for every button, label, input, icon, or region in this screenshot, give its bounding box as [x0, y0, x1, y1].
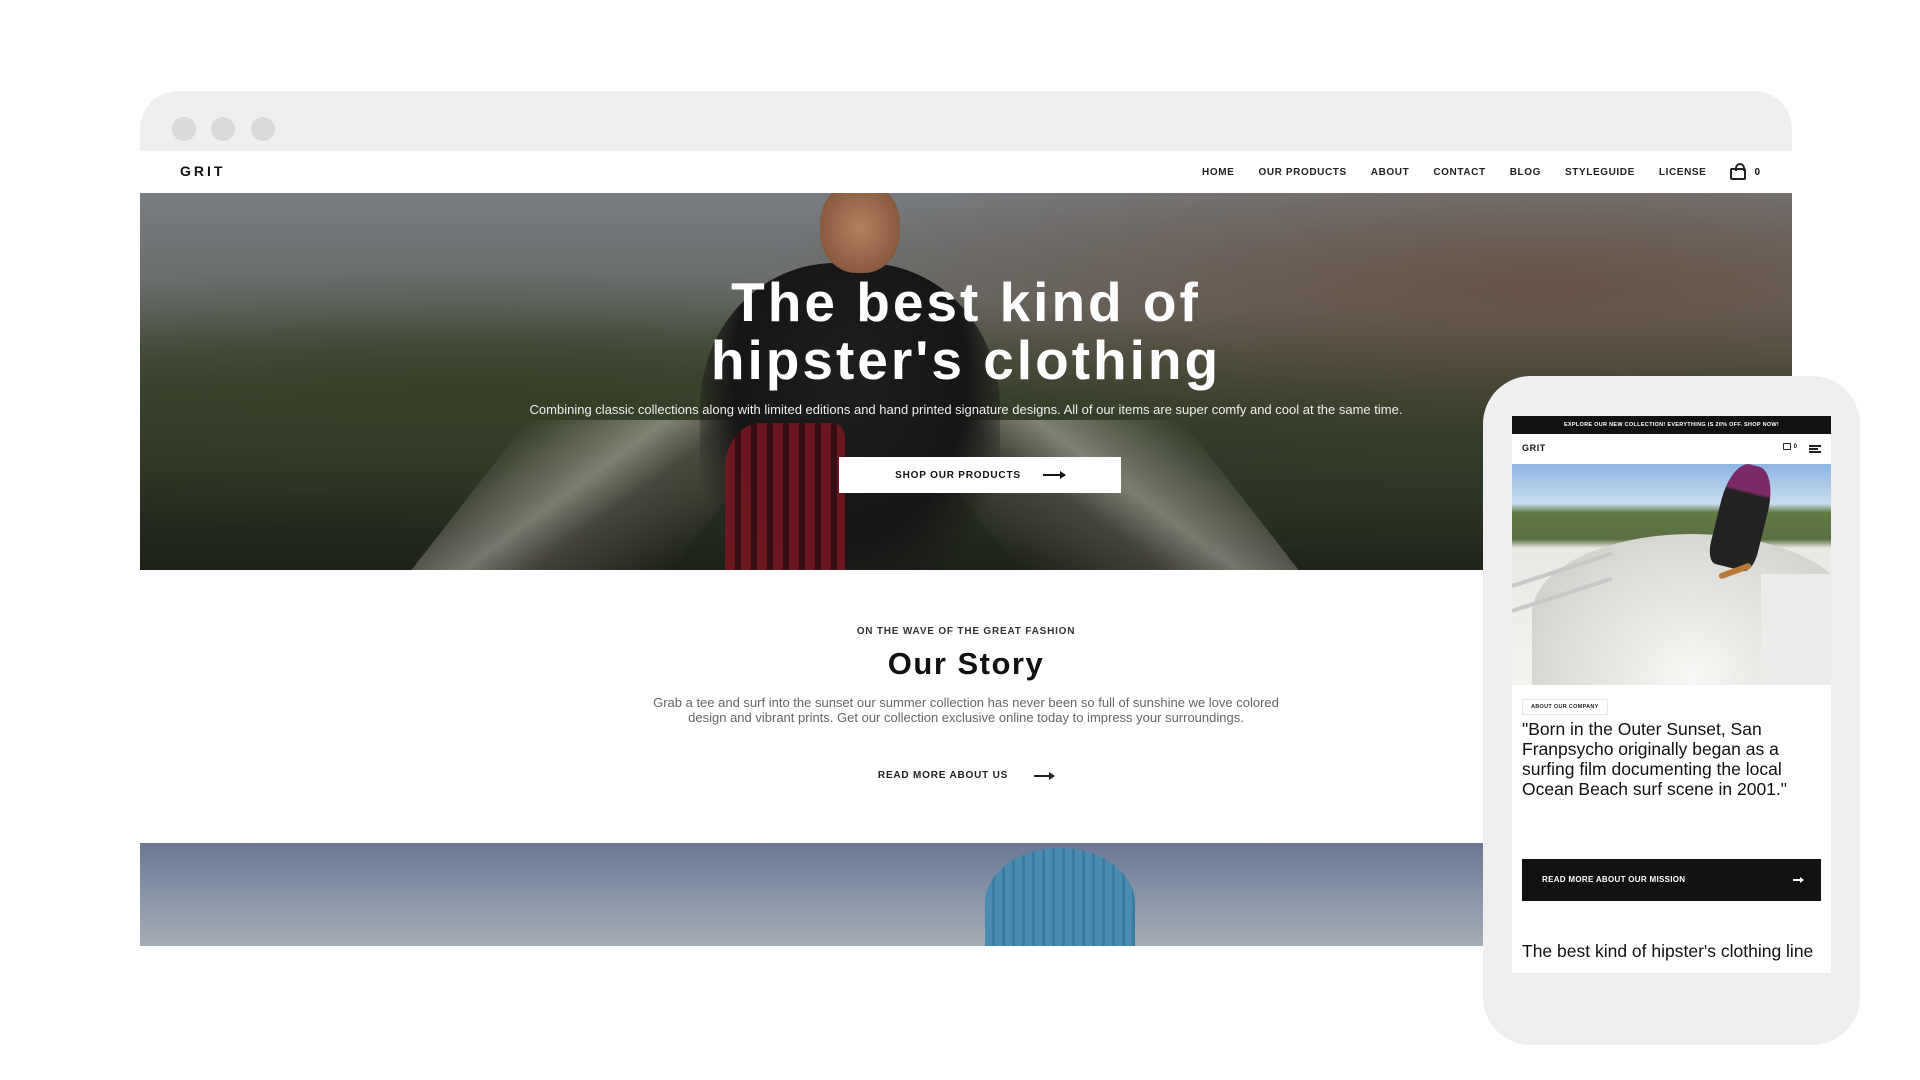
shop-products-button[interactable]: SHOP OUR PRODUCTS — [839, 457, 1121, 493]
nav-item-our-products[interactable]: OUR PRODUCTS — [1258, 167, 1346, 178]
shopping-bag-icon — [1730, 162, 1747, 180]
nav-item-contact[interactable]: CONTACT — [1433, 167, 1485, 178]
window-dot-maximize — [251, 117, 275, 141]
cart-count: 0 — [1754, 166, 1760, 178]
nav-item-license[interactable]: LICENSE — [1659, 167, 1707, 178]
arrow-right-icon — [1793, 877, 1804, 882]
announcement-bar[interactable]: EXPLORE OUR NEW COLLECTION! EVERYTHING I… — [1512, 416, 1831, 434]
arrow-right-icon — [1042, 471, 1066, 479]
nav-item-blog[interactable]: BLOG — [1510, 167, 1541, 178]
story-text: Grab a tee and surf into the sunset our … — [653, 695, 1279, 725]
about-company-tag: ABOUT OUR COMPANY — [1522, 699, 1608, 715]
mobile-cart-count: 0 — [1793, 443, 1797, 450]
hamburger-menu-icon[interactable] — [1809, 445, 1821, 453]
mobile-header: GRIT 0 — [1512, 434, 1831, 464]
browser-chrome — [140, 91, 1792, 151]
shopping-bag-icon — [1782, 443, 1791, 450]
site-header: GRIT HOME OUR PRODUCTS ABOUT CONTACT BLO… — [140, 151, 1792, 193]
skatepark-photo — [1512, 464, 1831, 685]
nav-item-styleguide[interactable]: STYLEGUIDE — [1565, 167, 1635, 178]
read-more-mission-label: READ MORE ABOUT OUR MISSION — [1542, 875, 1686, 884]
nav-item-home[interactable]: HOME — [1202, 167, 1234, 178]
read-more-label: READ MORE ABOUT US — [877, 770, 1009, 781]
nav-item-about[interactable]: ABOUT — [1371, 167, 1410, 178]
shop-products-button-label: SHOP OUR PRODUCTS — [895, 469, 1021, 481]
cart-button[interactable]: 0 — [1730, 162, 1760, 180]
mobile-phone-mockup: EXPLORE OUR NEW COLLECTION! EVERYTHING I… — [1483, 376, 1860, 1045]
mobile-logo[interactable]: GRIT — [1522, 443, 1546, 453]
read-more-mission-button[interactable]: READ MORE ABOUT OUR MISSION — [1522, 859, 1821, 901]
company-quote: "Born in the Outer Sunset, San Franpsych… — [1522, 719, 1787, 799]
mobile-cart-button[interactable]: 0 — [1782, 443, 1797, 450]
main-nav: HOME OUR PRODUCTS ABOUT CONTACT BLOG STY… — [1202, 151, 1760, 193]
mobile-screen: EXPLORE OUR NEW COLLECTION! EVERYTHING I… — [1512, 416, 1831, 973]
hero-title-line1: The best kind of — [731, 271, 1201, 333]
hero-photo-plaid-shirt — [725, 423, 845, 570]
site-logo[interactable]: GRIT — [180, 163, 225, 179]
beanie-photo — [985, 848, 1135, 946]
arrow-right-icon — [1034, 771, 1056, 780]
ramp-wall — [1761, 574, 1831, 685]
hero-subtitle: Combining classic collections along with… — [529, 402, 1403, 417]
window-dot-minimize — [211, 117, 235, 141]
hero-photo-head — [820, 193, 900, 273]
hero-title-line2: hipster's clothing — [710, 329, 1222, 391]
hero-title: The best kind of hipster's clothing — [140, 273, 1792, 389]
window-dot-close — [172, 117, 196, 141]
mobile-section-heading: The best kind of hipster's clothing line — [1522, 941, 1814, 961]
